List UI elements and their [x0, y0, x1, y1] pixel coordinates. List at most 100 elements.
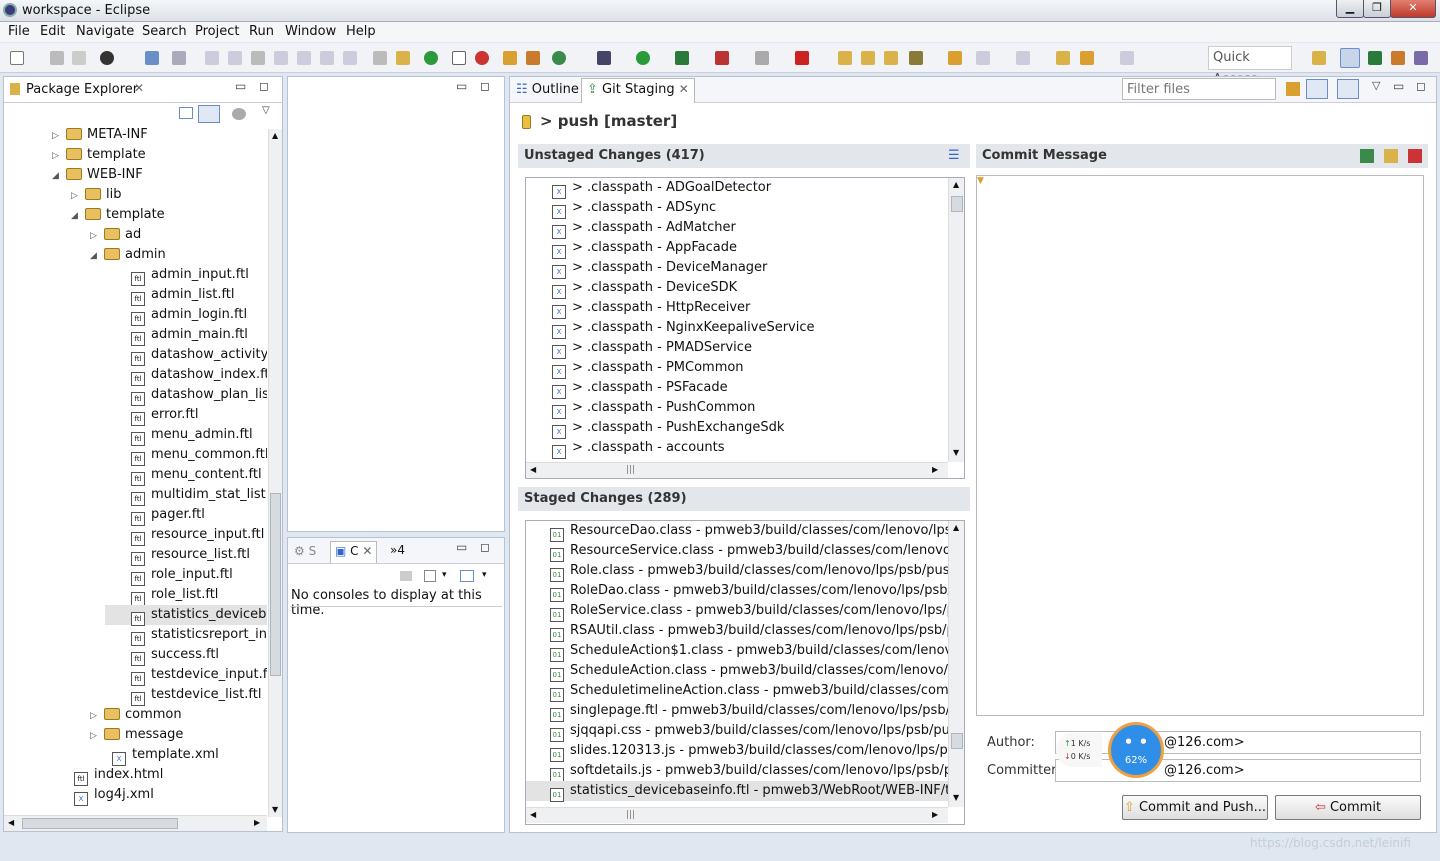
menu-run[interactable]: Run	[249, 24, 274, 39]
tree-item[interactable]: ftl index.html	[52, 765, 163, 786]
unstaged-file-row[interactable]: X > .classpath - DeviceSDK	[552, 278, 737, 299]
staged-file-row[interactable]: 01 ScheduleAction$1.class - pmweb3/build/…	[550, 641, 948, 662]
quick-access-field[interactable]: Quick Access	[1208, 46, 1292, 87]
unstaged-file-row[interactable]: X > .classpath - PMCommon	[552, 358, 744, 379]
explorer-hscrollbar[interactable]: ◀ ▶	[4, 815, 267, 831]
scroll-thumb[interactable]	[951, 733, 963, 749]
scroll-left-icon[interactable]: ◀	[8, 818, 14, 827]
minimize-button[interactable]: ▁	[1336, 0, 1364, 18]
server-icon[interactable]	[755, 51, 769, 65]
network-speed-widget[interactable]: ↑1 K/s ↓0 K/s	[1056, 733, 1102, 767]
tree-item[interactable]: ftl testdevice_input.ftl	[109, 665, 267, 686]
suspend-icon[interactable]	[228, 51, 242, 65]
staged-file-row[interactable]: 01 ResourceDao.class - pmweb3/build/class…	[550, 521, 948, 542]
maximize-icon[interactable]: ◻	[259, 79, 269, 93]
scroll-left-icon[interactable]: ◀	[530, 810, 536, 819]
staged-file-row[interactable]: 01 Role.class - pmweb3/build/classes/com/…	[550, 561, 948, 582]
tab-servers[interactable]: ⚙ S	[294, 544, 316, 558]
tree-item[interactable]: ftl testdevice_list.ftl	[109, 685, 261, 706]
tree-item[interactable]: ftl datashow_index.ftl	[109, 365, 267, 386]
scroll-up-icon[interactable]: ▲	[953, 523, 959, 532]
scroll-right-icon[interactable]: ▶	[932, 465, 938, 474]
tree-item[interactable]: ftl admin_main.ftl	[109, 325, 248, 346]
tree-item[interactable]: ftl menu_content.ftl	[109, 465, 262, 486]
view-menu-icon[interactable]: ▽	[262, 105, 270, 116]
commit-button[interactable]: ⇦ Commit	[1275, 795, 1421, 820]
staged-hscrollbar[interactable]: ◀ ||| ▶	[526, 807, 948, 823]
tree-item[interactable]: ▷ ad	[90, 225, 141, 245]
new-java-project-icon[interactable]	[503, 51, 517, 65]
open-type-icon[interactable]	[838, 51, 852, 65]
tree-item[interactable]: ▷ common	[90, 705, 182, 725]
staged-file-row[interactable]: 01 ScheduletimelineAction.class - pmweb3/…	[550, 681, 948, 702]
tree-item[interactable]: ftl admin_list.ftl	[109, 285, 235, 306]
scroll-right-icon[interactable]: ▶	[254, 818, 260, 827]
link-editor-icon[interactable]	[198, 105, 220, 123]
filter-icon[interactable]	[232, 108, 246, 120]
change-id-icon[interactable]	[1408, 149, 1422, 163]
tree-item[interactable]: Xtemplate.xml	[90, 745, 219, 766]
scroll-left-icon[interactable]: ◀	[530, 465, 536, 474]
unstaged-file-row[interactable]: X > .classpath - HttpReceiver	[552, 298, 750, 319]
staged-file-row[interactable]: 01 ScheduleAction.class - pmweb3/build/cl…	[550, 661, 948, 682]
toggle-view-icon[interactable]	[452, 51, 466, 65]
unstaged-file-row[interactable]: X > .classpath - DeviceManager	[552, 258, 767, 279]
tree-item[interactable]: ftl admin_login.ftl	[109, 305, 247, 326]
staged-vscrollbar[interactable]: ▲ ▼	[948, 521, 964, 807]
scroll-down-icon[interactable]: ▼	[953, 793, 959, 802]
tab-outline[interactable]: ☷ Outline	[516, 82, 579, 97]
scroll-thumb[interactable]	[951, 196, 963, 212]
tab-console[interactable]: ▣ C ✕	[330, 541, 378, 563]
maximize-icon[interactable]: ◻	[480, 540, 490, 554]
unstaged-file-row[interactable]: X > .classpath - AdMatcher	[552, 218, 736, 239]
menu-window[interactable]: Window	[285, 24, 336, 39]
new-icon[interactable]	[10, 51, 24, 65]
commit-and-push-button[interactable]: ⇧ Commit and Push...	[1122, 795, 1268, 820]
java-ee-perspective-icon[interactable]	[1340, 48, 1360, 68]
next-annotation-icon[interactable]	[976, 51, 990, 65]
tree-item[interactable]: ▷ lib	[71, 185, 121, 205]
expanded-arrow-icon[interactable]: ◢	[71, 206, 81, 226]
view-menu-icon[interactable]: ▽	[1372, 79, 1380, 92]
tree-item[interactable]: ◢ template	[71, 205, 165, 225]
maximize-icon[interactable]: ◻	[480, 79, 490, 93]
menu-navigate[interactable]: Navigate	[76, 24, 134, 39]
menu-search[interactable]: Search	[142, 24, 187, 39]
close-button[interactable]: ✕	[1390, 0, 1436, 18]
tree-item[interactable]: ftl role_list.ftl	[109, 585, 218, 606]
accelerator-ball[interactable]: • • 62%	[1108, 722, 1164, 778]
debug-icon[interactable]	[424, 51, 438, 65]
use-step-filters-icon[interactable]	[373, 51, 387, 65]
collapsed-arrow-icon[interactable]: ▷	[90, 726, 100, 746]
step-over-icon[interactable]	[320, 51, 334, 65]
unstaged-file-row[interactable]: X > .classpath - PushCommon	[552, 398, 755, 419]
scroll-down-icon[interactable]: ▼	[272, 805, 278, 814]
pin-console-icon[interactable]	[400, 571, 412, 581]
refresh-icon[interactable]	[475, 51, 489, 65]
git-perspective-icon[interactable]	[1391, 51, 1405, 65]
debug-perspective-icon[interactable]	[1368, 51, 1382, 65]
unstaged-hscrollbar[interactable]: ◀ ||| ▶	[526, 462, 948, 478]
tree-item[interactable]: ▷ META-INF	[52, 125, 148, 145]
staged-file-row[interactable]: 01 statistics_devicebaseinfo.ftl - pmweb3…	[526, 781, 948, 802]
tree-item[interactable]: ftl datashow_plan_list.ftl	[109, 385, 267, 406]
save-all-icon[interactable]	[72, 51, 86, 65]
unstaged-file-row[interactable]: X > .classpath - accounts	[552, 438, 725, 459]
maximize-icon[interactable]: ◻	[1416, 79, 1426, 93]
scroll-up-icon[interactable]: ▲	[953, 180, 959, 189]
disconnect-icon[interactable]	[274, 51, 288, 65]
open-task-icon[interactable]	[884, 51, 898, 65]
column-layout-icon[interactable]	[1337, 79, 1359, 99]
hscroll-grip[interactable]: |||	[626, 465, 635, 475]
expanded-arrow-icon[interactable]: ◢	[52, 166, 62, 186]
unstaged-file-row[interactable]: X > .classpath - PushExchangeSdk	[552, 418, 784, 439]
stop-server-icon[interactable]	[795, 51, 809, 65]
minimize-icon[interactable]: ▭	[456, 79, 467, 93]
unstaged-vscrollbar[interactable]: ▲ ▼	[948, 178, 964, 462]
maximize-button[interactable]: ❐	[1363, 0, 1391, 18]
last-edit-icon[interactable]	[1056, 51, 1070, 65]
unstaged-file-row[interactable]: X > .classpath - AppFacade	[552, 238, 737, 259]
expanded-arrow-icon[interactable]: ◢	[90, 246, 100, 266]
tree-item[interactable]: ftl role_input.ftl	[109, 565, 233, 586]
prev-annotation-icon[interactable]	[1016, 51, 1030, 65]
